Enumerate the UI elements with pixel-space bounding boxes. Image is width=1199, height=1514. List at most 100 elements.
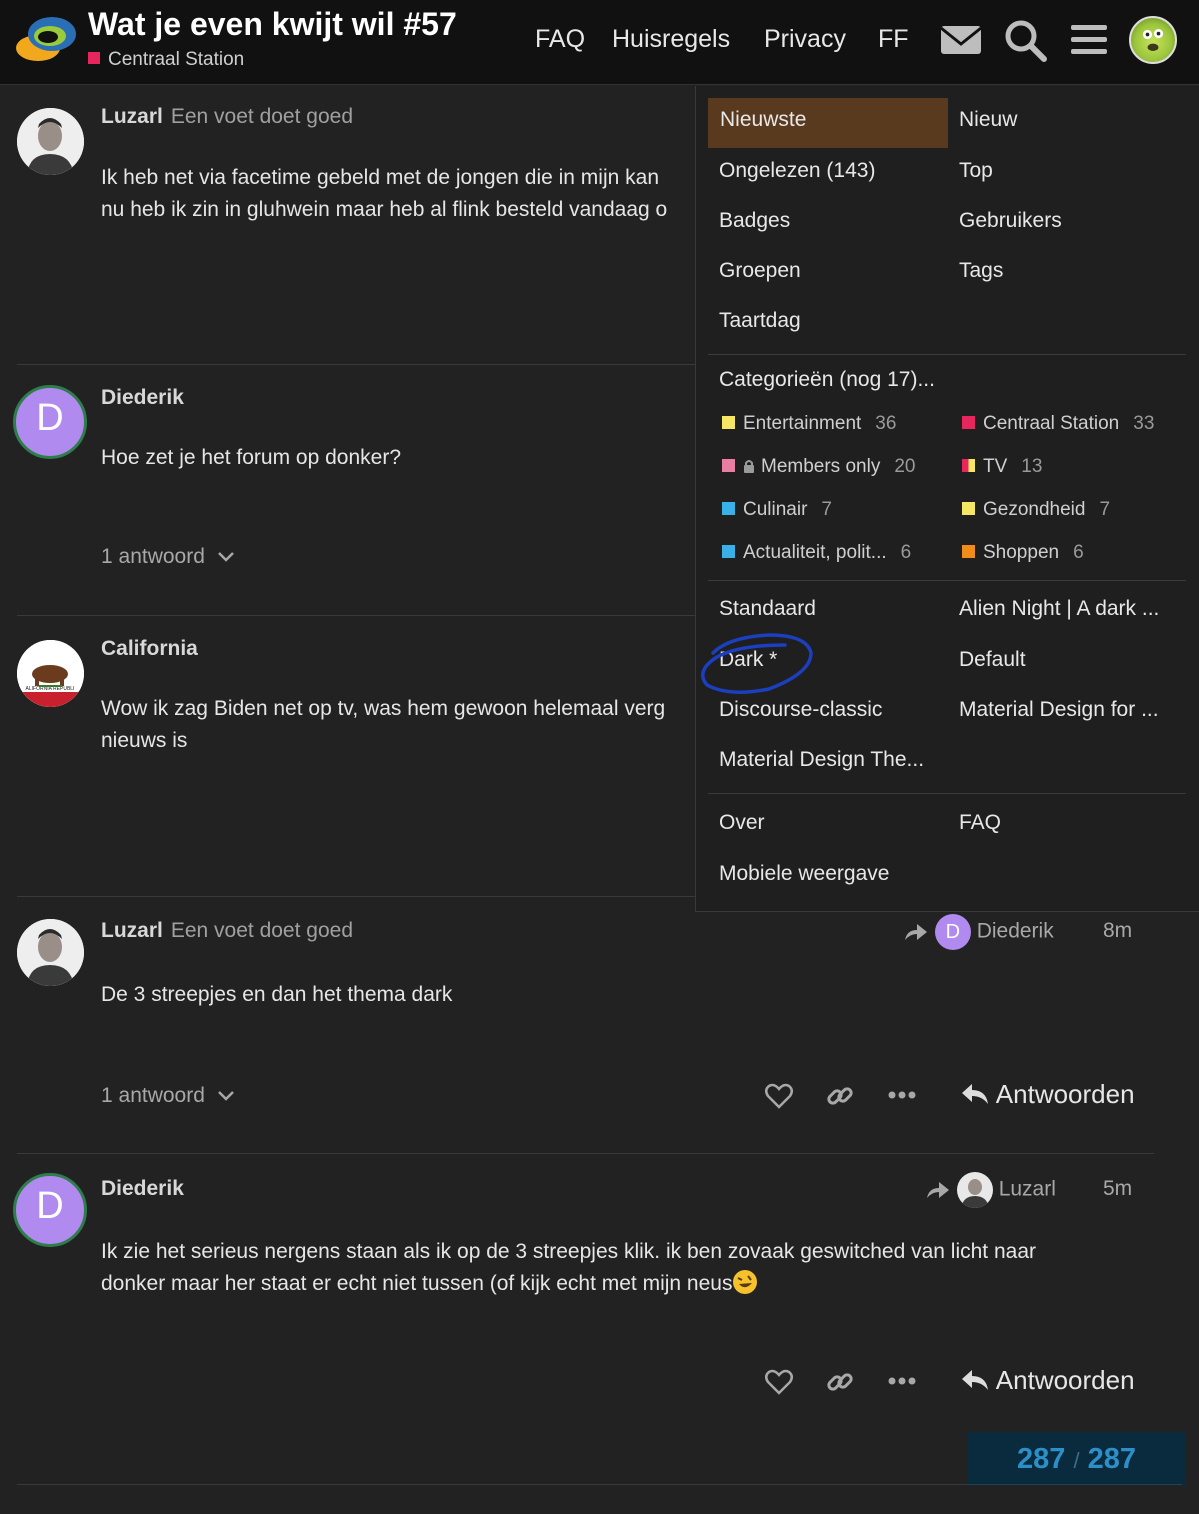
avatar[interactable]: D [13,1173,87,1247]
menu-item-nieuwste[interactable]: Nieuwste [708,98,948,148]
post-line: Ik zie het serieus nergens staan als ik … [101,1240,1037,1263]
post-username[interactable]: Diederik [101,1177,184,1201]
category-centraal-station[interactable]: Centraal Station 33 [962,413,1154,435]
category-actualiteit[interactable]: Actualiteit, polit... 6 [722,542,911,564]
more-options-icon[interactable] [888,1090,916,1100]
hamburger-icon[interactable] [1067,18,1111,62]
nav-faq[interactable]: FAQ [535,25,585,54]
post-line-text: donker maar her staat er echt niet tusse… [101,1272,733,1295]
nav-ff[interactable]: FF [878,25,909,54]
topic-progress[interactable]: 287 / 287 [967,1432,1186,1486]
avatar[interactable] [17,108,84,175]
user-avatar[interactable] [1129,16,1177,64]
menu-separator [708,354,1186,355]
replies-label: 1 antwoord [101,545,205,568]
category-breadcrumb[interactable]: Centraal Station [88,49,244,71]
post-line: Ik heb net via facetime gebeld met de jo… [101,166,660,189]
category-label: Actualiteit, polit... [743,542,887,563]
category-shoppen[interactable]: Shoppen 6 [962,542,1084,564]
hand-drawn-circle-annotation [701,633,813,694]
more-options-icon[interactable] [888,1376,916,1386]
category-label: TV [983,456,1008,477]
theme-alien-night[interactable]: Alien Night | A dark ... [959,597,1159,621]
menu-item-taartdag[interactable]: Taartdag [719,309,801,333]
post-time[interactable]: 5m [1103,1177,1132,1201]
like-heart-icon[interactable] [765,1369,793,1395]
theme-standaard[interactable]: Standaard [719,597,816,621]
theme-discourse-classic[interactable]: Discourse-classic [719,698,882,722]
post-actions: Antwoorden [760,1363,1160,1403]
theme-material-design-for[interactable]: Material Design for ... [959,698,1159,722]
post-username[interactable]: Luzarl Een voet doet goed [101,105,353,129]
person-photo-icon [960,1179,989,1208]
category-tv[interactable]: TV 13 [962,456,1042,478]
menu-item-tags[interactable]: Tags [959,259,1003,283]
username-text: Luzarl [101,919,163,942]
reply-to-indicator[interactable]: Luzarl [925,1172,1056,1208]
post-divider [17,364,697,365]
reply-button[interactable]: Antwoorden [960,1079,1135,1110]
post-actions: Antwoorden [760,1079,1160,1119]
avatar[interactable]: ALIFORNIA REPUBLI [17,640,84,707]
category-label: Entertainment [743,413,862,434]
menu-item-gebruikers[interactable]: Gebruikers [959,209,1062,233]
category-count: 6 [1073,542,1084,563]
post: Luzarl Een voet doet goed D Diederik 8m D… [0,897,1199,1154]
reply-to-name: Luzarl [998,1177,1056,1201]
reply-to-avatar [956,1172,993,1208]
share-arrow-icon [905,924,927,940]
menu-item-faq[interactable]: FAQ [959,811,1001,835]
link-icon[interactable] [826,1082,854,1110]
category-label: Shoppen [983,542,1060,563]
theme-material-design-the[interactable]: Material Design The... [719,748,924,772]
person-photo-icon [17,108,84,175]
post-time[interactable]: 8m [1103,919,1132,943]
like-heart-icon[interactable] [765,1083,793,1109]
theme-default[interactable]: Default [959,648,1026,672]
forum-logo-icon[interactable] [14,12,78,66]
reply-to-indicator[interactable]: D Diederik [903,914,1054,950]
menu-separator [708,793,1186,794]
menu-item-mobiele-weergave[interactable]: Mobiele weergave [719,862,889,886]
category-count: 20 [894,456,916,477]
category-label: Members only [761,456,881,477]
replies-toggle[interactable]: 1 antwoord [101,1084,235,1108]
menu-item-nieuw[interactable]: Nieuw [959,108,1017,132]
menu-item-over[interactable]: Over [719,811,765,835]
category-culinair[interactable]: Culinair 7 [722,499,832,521]
user-title: Een voet doet goed [170,919,353,942]
search-icon[interactable] [1003,18,1047,62]
progress-separator: / [1073,1448,1080,1473]
post-divider [17,1153,1154,1154]
menu-categories-header[interactable]: Categorieën (nog 17)... [719,368,935,392]
link-icon[interactable] [826,1368,854,1396]
california-flag-icon: ALIFORNIA REPUBLI [17,640,84,707]
username-text: Luzarl [101,105,163,128]
post-username[interactable]: California [101,637,198,661]
category-count: 36 [875,413,897,434]
topic-title[interactable]: Wat je even kwijt wil #57 [88,6,457,43]
menu-item-groepen[interactable]: Groepen [719,259,801,283]
reply-button[interactable]: Antwoorden [960,1365,1135,1396]
category-name: Centraal Station [108,49,245,70]
avatar[interactable]: D [13,385,87,459]
post-username[interactable]: Luzarl Een voet doet goed [101,919,353,943]
menu-item-ongelezen[interactable]: Ongelezen (143) [719,159,875,183]
replies-toggle[interactable]: 1 antwoord [101,545,235,569]
nav-privacy[interactable]: Privacy [764,25,846,54]
category-count: 13 [1021,456,1043,477]
post-username[interactable]: Diederik [101,386,184,410]
category-gezondheid[interactable]: Gezondheid 7 [962,499,1110,521]
post-line: nu heb ik zin in gluhwein maar heb al fl… [101,198,668,221]
envelope-icon[interactable] [939,18,983,62]
menu-item-badges[interactable]: Badges [719,209,790,233]
category-entertainment[interactable]: Entertainment 36 [722,413,896,435]
category-swatch [962,416,975,429]
nav-huisregels[interactable]: Huisregels [612,25,730,54]
menu-item-top[interactable]: Top [959,159,993,183]
chevron-down-icon [217,1091,234,1101]
reply-button-label: Antwoorden [995,1079,1135,1109]
post-text: Ik zie het serieus nergens staan als ik … [101,1236,1036,1300]
avatar[interactable] [17,919,84,986]
category-members-only[interactable]: Members only 20 [722,456,915,478]
